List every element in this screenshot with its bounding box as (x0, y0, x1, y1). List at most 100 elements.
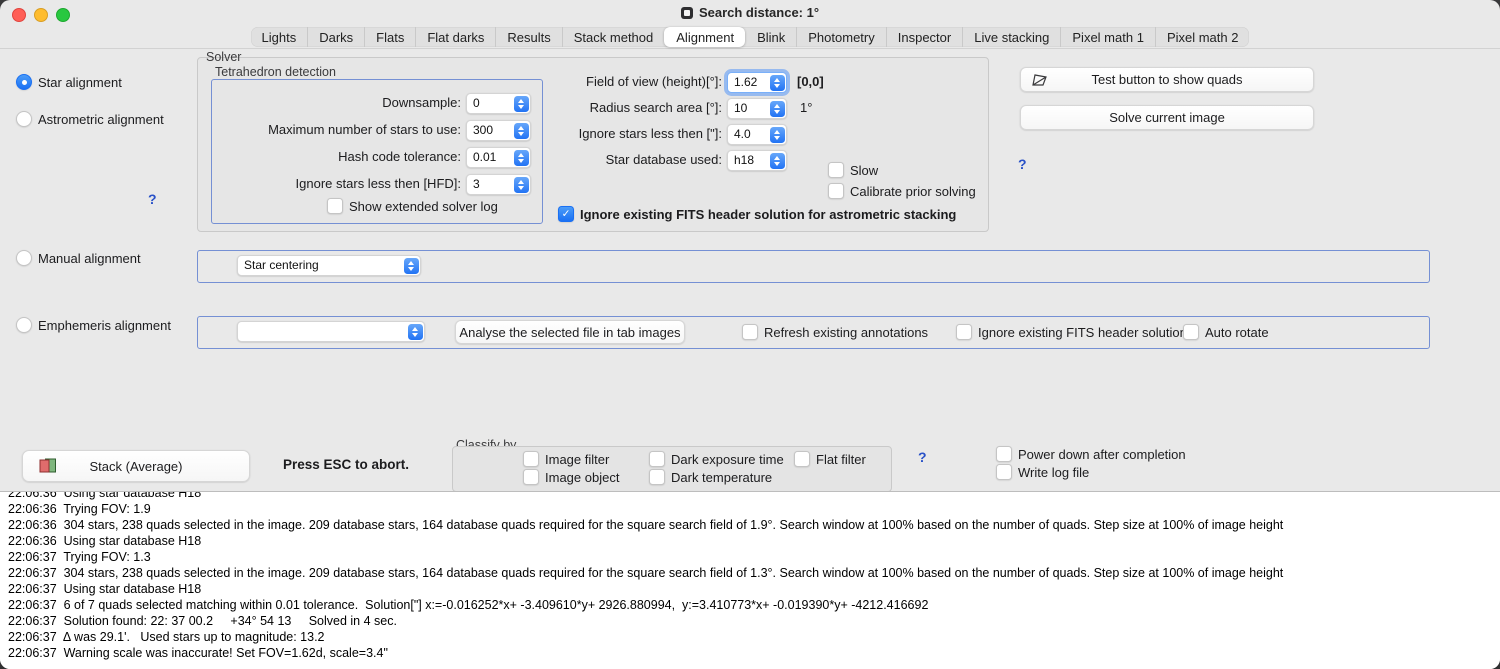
ignore-hfd-stepper[interactable]: 3 (466, 174, 531, 195)
radio-manual-alignment[interactable]: Manual alignment (16, 250, 141, 266)
help-button-bottom[interactable]: ? (918, 449, 927, 465)
title-bar: Search distance: 1° (0, 0, 1500, 27)
tetrahedron-group-label: Tetrahedron detection (215, 65, 336, 79)
tab-inspector[interactable]: Inspector (886, 27, 962, 47)
star-database-label: Star database used: (512, 152, 722, 167)
log-line: 22:06:37 Δ was 29.1'. Used stars up to m… (8, 629, 1500, 645)
log-line: 22:06:37 6 of 7 quads selected matching … (8, 597, 1500, 613)
tab-darks[interactable]: Darks (307, 27, 364, 47)
solver-group-label: Solver (206, 50, 241, 64)
stack-button[interactable]: Stack (Average) (22, 450, 250, 482)
dropdown-arrows-icon (770, 153, 785, 169)
log-line: 22:06:36 Using star database H18 (8, 491, 1500, 501)
ignore-arcsec-label: Ignore stars less then ["]: (512, 126, 722, 141)
log-line: 22:06:37 Using star database H18 (8, 581, 1500, 597)
dropdown-arrows-icon (404, 258, 419, 274)
stepper-arrows-icon (770, 75, 785, 91)
fov-label: Field of view (height)[°]: (512, 74, 722, 89)
ignore-hfd-label: Ignore stars less then [HFD]: (218, 176, 461, 191)
checkbox-icon (794, 451, 810, 467)
checkbox-icon (828, 162, 844, 178)
radio-star-alignment[interactable]: Star alignment (16, 74, 122, 90)
log-line: 22:06:37 Solution found: 22: 37 00.2 +34… (8, 613, 1500, 629)
radius-search-stepper[interactable]: 10 (727, 98, 787, 119)
dropdown-arrows-icon (408, 324, 423, 340)
image-filter-checkbox[interactable]: Image filter (523, 451, 609, 467)
hash-tolerance-label: Hash code tolerance: (218, 149, 461, 164)
log-line: 22:06:36 304 stars, 238 quads selected i… (8, 517, 1500, 533)
tab-lights[interactable]: Lights (251, 27, 308, 47)
checkbox-checked-icon (558, 206, 574, 222)
radius-unit-label: 1° (800, 100, 812, 115)
stepper-arrows-icon (514, 177, 529, 193)
ignore-arcsec-stepper[interactable]: 4.0 (727, 124, 787, 145)
help-button-left[interactable]: ? (148, 191, 157, 207)
calibrate-prior-solving-checkbox[interactable]: Calibrate prior solving (828, 183, 976, 199)
checkbox-icon (996, 464, 1012, 480)
tab-results[interactable]: Results (495, 27, 561, 47)
checkbox-icon (1183, 324, 1199, 340)
stack-icon (39, 458, 57, 474)
tab-flat-darks[interactable]: Flat darks (415, 27, 495, 47)
tab-live-stacking[interactable]: Live stacking (962, 27, 1060, 47)
checkbox-icon (996, 446, 1012, 462)
tab-alignment[interactable]: Alignment (664, 27, 745, 47)
radio-ephemeris-alignment[interactable]: Emphemeris alignment (16, 317, 171, 333)
dark-exposure-checkbox[interactable]: Dark exposure time (649, 451, 784, 467)
log-line: 22:06:36 Trying FOV: 1.9 (8, 501, 1500, 517)
log-line: 22:06:37 Warning scale was inaccurate! S… (8, 645, 1500, 661)
app-window: Search distance: 1° Lights Darks Flats F… (0, 0, 1500, 669)
radius-search-label: Radius search area [°]: (512, 100, 722, 115)
checkbox-icon (523, 469, 539, 485)
tab-strip: Lights Darks Flats Flat darks Results St… (251, 27, 1250, 47)
show-extended-log-checkbox[interactable]: Show extended solver log (327, 198, 498, 214)
fov-stepper[interactable]: 1.62 (727, 72, 787, 93)
max-stars-label: Maximum number of stars to use: (218, 122, 461, 137)
ignore-fits-header-checkbox[interactable]: Ignore existing FITS header solution for… (558, 206, 956, 222)
stepper-arrows-icon (770, 127, 785, 143)
tab-flats[interactable]: Flats (364, 27, 415, 47)
flat-filter-checkbox[interactable]: Flat filter (794, 451, 866, 467)
image-object-checkbox[interactable]: Image object (523, 469, 619, 485)
abort-hint-text: Press ESC to abort. (283, 457, 409, 472)
tab-blink[interactable]: Blink (745, 27, 796, 47)
slow-checkbox[interactable]: Slow (828, 162, 878, 178)
star-database-select[interactable]: h18 (727, 150, 787, 171)
window-title-text: Search distance: 1° (699, 5, 819, 20)
radio-icon (16, 250, 32, 266)
solve-current-image-button[interactable]: Solve current image (1020, 105, 1314, 130)
log-line: 22:06:36 Using star database H18 (8, 533, 1500, 549)
radio-selected-icon (16, 74, 32, 90)
log-output[interactable]: 22:06:36 Using star database H18 22:06:3… (0, 491, 1500, 669)
tab-stack-method[interactable]: Stack method (562, 27, 665, 47)
tab-photometry[interactable]: Photometry (796, 27, 885, 47)
radio-icon (16, 317, 32, 333)
app-icon (681, 7, 693, 19)
auto-rotate-checkbox[interactable]: Auto rotate (1183, 324, 1269, 340)
checkbox-icon (742, 324, 758, 340)
dark-temperature-checkbox[interactable]: Dark temperature (649, 469, 772, 485)
radio-icon (16, 111, 32, 127)
power-down-checkbox[interactable]: Power down after completion (996, 446, 1186, 462)
window-title: Search distance: 1° (0, 5, 1500, 22)
checkbox-icon (523, 451, 539, 467)
log-line: 22:06:37 Trying FOV: 1.3 (8, 549, 1500, 565)
ephemeris-object-select[interactable] (237, 321, 425, 342)
radio-astrometric-alignment[interactable]: Astrometric alignment (16, 111, 164, 127)
analyse-file-button[interactable]: Analyse the selected file in tab images (455, 320, 685, 344)
help-button-solver[interactable]: ? (1018, 156, 1027, 172)
ephemeris-ignore-fits-checkbox[interactable]: Ignore existing FITS header solution (956, 324, 1187, 340)
checkbox-icon (649, 451, 665, 467)
test-quads-button[interactable]: Test button to show quads (1020, 67, 1314, 92)
tab-bar: Lights Darks Flats Flat darks Results St… (0, 27, 1500, 49)
checkbox-icon (828, 183, 844, 199)
manual-mode-select[interactable]: Star centering (237, 255, 421, 276)
quads-icon (1031, 73, 1048, 87)
tab-pixel-math-1[interactable]: Pixel math 1 (1060, 27, 1155, 47)
refresh-annotations-checkbox[interactable]: Refresh existing annotations (742, 324, 928, 340)
checkbox-icon (956, 324, 972, 340)
write-log-checkbox[interactable]: Write log file (996, 464, 1089, 480)
log-line: 22:06:37 304 stars, 238 quads selected i… (8, 565, 1500, 581)
log-lines: 22:06:36 Using star database H18 22:06:3… (0, 491, 1500, 661)
tab-pixel-math-2[interactable]: Pixel math 2 (1155, 27, 1250, 47)
